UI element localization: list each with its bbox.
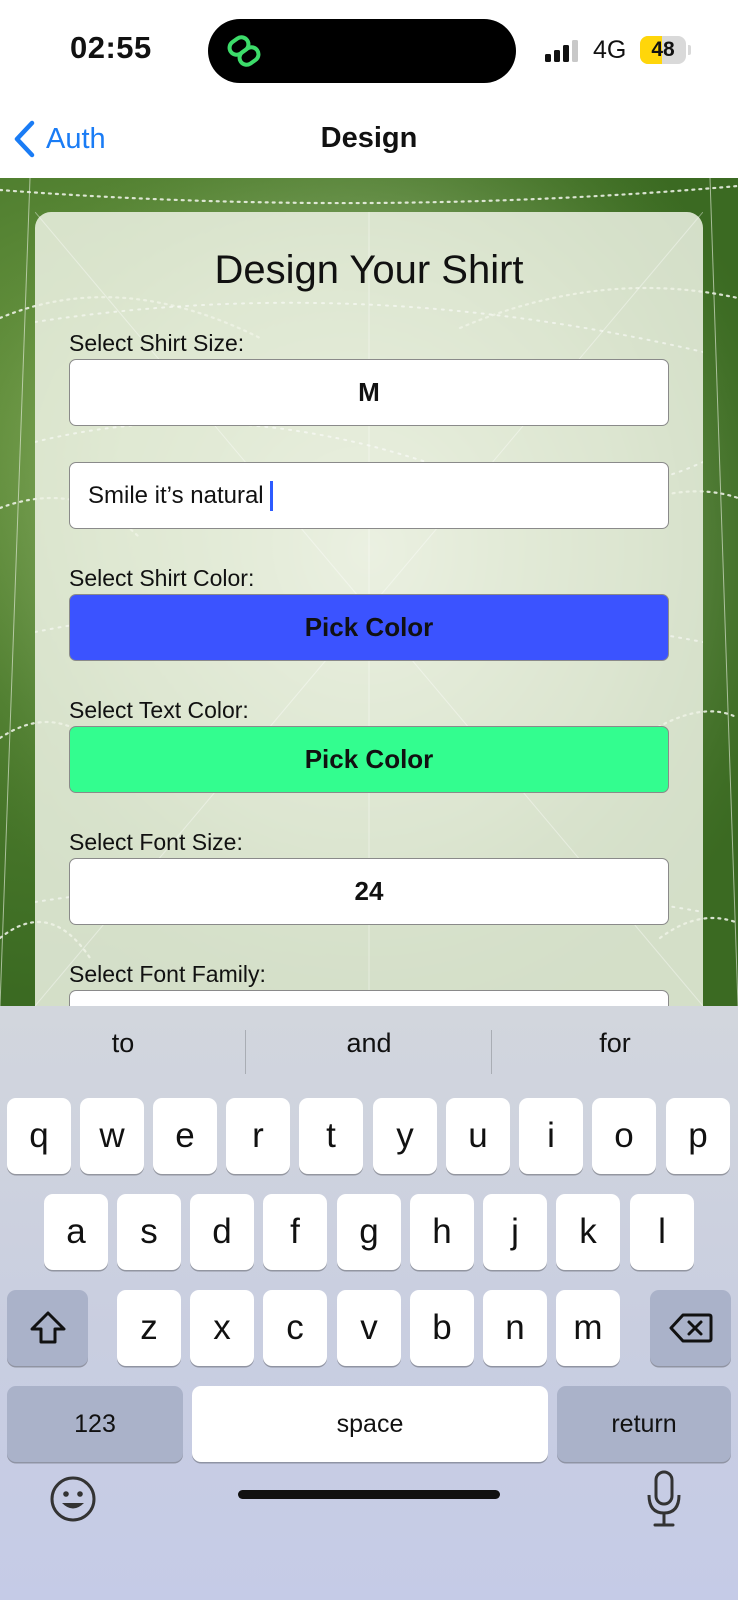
battery-icon: 48 <box>640 36 691 64</box>
key-y[interactable]: y <box>373 1098 437 1174</box>
key-x[interactable]: x <box>190 1290 254 1366</box>
font-size-select[interactable]: 24 <box>69 858 669 925</box>
key-r[interactable]: r <box>226 1098 290 1174</box>
key-q[interactable]: q <box>7 1098 71 1174</box>
key-b[interactable]: b <box>410 1290 474 1366</box>
key-m[interactable]: m <box>556 1290 620 1366</box>
shirt-text-input[interactable]: Smile it’s natural <box>69 462 669 529</box>
page-title: Design <box>320 122 418 154</box>
font-size-label: Select Font Size: <box>69 829 243 855</box>
backspace-icon <box>669 1313 712 1343</box>
key-j[interactable]: j <box>483 1194 547 1270</box>
numbers-key[interactable]: 123 <box>7 1386 183 1462</box>
key-g[interactable]: g <box>337 1194 401 1270</box>
shirt-text-value: Smile it’s natural <box>88 481 264 509</box>
suggestion-bar: to and for <box>0 1006 738 1094</box>
key-l[interactable]: l <box>630 1194 694 1270</box>
chain-link-icon <box>227 35 261 67</box>
status-bar: 02:55 4G 48 <box>0 0 738 100</box>
navigation-bar: Auth Design <box>0 100 738 178</box>
home-indicator[interactable] <box>238 1490 500 1499</box>
key-u[interactable]: u <box>446 1098 510 1174</box>
key-f[interactable]: f <box>263 1194 327 1270</box>
key-i[interactable]: i <box>519 1098 583 1174</box>
key-p[interactable]: p <box>666 1098 730 1174</box>
font-family-label: Select Font Family: <box>69 961 266 987</box>
text-caret <box>269 480 273 511</box>
key-o[interactable]: o <box>592 1098 656 1174</box>
key-d[interactable]: d <box>190 1194 254 1270</box>
suggestion-3[interactable]: for <box>492 1028 738 1059</box>
network-type: 4G <box>593 36 627 64</box>
shift-key[interactable] <box>7 1290 88 1366</box>
key-e[interactable]: e <box>153 1098 217 1174</box>
design-form-card: Design Your Shirt Select Shirt Size: M S… <box>35 212 703 1030</box>
key-a[interactable]: a <box>44 1194 108 1270</box>
microphone-icon[interactable] <box>644 1468 684 1530</box>
text-color-button[interactable]: Pick Color <box>69 726 669 793</box>
key-t[interactable]: t <box>299 1098 363 1174</box>
keyboard: to and for q w e r t y u i o p a s d f g… <box>0 1006 738 1600</box>
key-n[interactable]: n <box>483 1290 547 1366</box>
suggestion-1[interactable]: to <box>0 1028 246 1059</box>
shirt-size-select[interactable]: M <box>69 359 669 426</box>
emoji-icon[interactable] <box>48 1474 98 1524</box>
shirt-color-label: Select Shirt Color: <box>69 565 255 591</box>
text-color-label: Select Text Color: <box>69 697 249 723</box>
key-h[interactable]: h <box>410 1194 474 1270</box>
key-w[interactable]: w <box>80 1098 144 1174</box>
dynamic-island <box>208 19 516 83</box>
space-key[interactable]: space <box>192 1386 548 1462</box>
key-k[interactable]: k <box>556 1194 620 1270</box>
return-key[interactable]: return <box>557 1386 731 1462</box>
shirt-size-label: Select Shirt Size: <box>69 330 245 356</box>
status-time: 02:55 <box>70 30 152 65</box>
backspace-key[interactable] <box>650 1290 731 1366</box>
key-s[interactable]: s <box>117 1194 181 1270</box>
key-c[interactable]: c <box>263 1290 327 1366</box>
cellular-signal-icon <box>545 38 581 62</box>
battery-percentage: 48 <box>651 38 675 61</box>
key-v[interactable]: v <box>337 1290 401 1366</box>
suggestion-2[interactable]: and <box>246 1028 492 1059</box>
shirt-color-button[interactable]: Pick Color <box>69 594 669 661</box>
form-heading: Design Your Shirt <box>214 248 524 292</box>
key-z[interactable]: z <box>117 1290 181 1366</box>
shift-icon <box>30 1311 65 1344</box>
